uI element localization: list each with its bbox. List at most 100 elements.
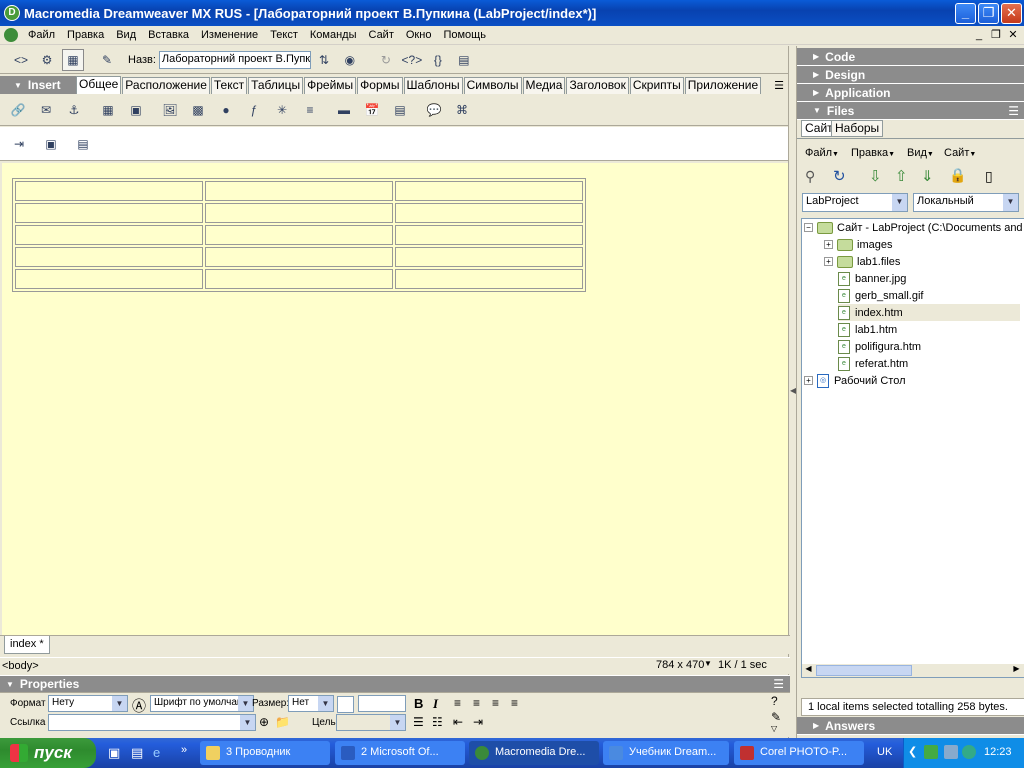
tray-expand-icon[interactable]: ❮ — [908, 745, 917, 758]
table-cell[interactable] — [395, 269, 583, 289]
tab-characters[interactable]: Символы — [463, 76, 522, 94]
folder-icon[interactable]: 📁 — [275, 715, 290, 729]
navigation-bar-icon[interactable]: ≡ — [298, 98, 322, 122]
code-navigation-icon[interactable]: {} — [427, 49, 449, 71]
reference-icon[interactable]: <?> — [401, 49, 423, 71]
close-button[interactable]: ✕ — [1001, 3, 1022, 24]
size-select[interactable]: Нет ▼ — [288, 695, 334, 712]
design-canvas[interactable] — [2, 163, 788, 635]
ie-icon[interactable]: e — [153, 745, 160, 760]
tree-root[interactable]: − Сайт - LabProject (C:\Documents and — [804, 219, 1023, 236]
code-view-icon[interactable]: <> — [10, 49, 32, 71]
expand-collapse-icon[interactable]: ▯ — [985, 168, 993, 185]
tab-index[interactable]: index * — [4, 636, 50, 654]
put-files-icon[interactable]: ⇧ — [895, 167, 908, 185]
expanded-view-icon[interactable]: ▤ — [72, 133, 94, 155]
tray-volume-icon[interactable] — [962, 745, 976, 759]
tab-assets[interactable]: Наборы — [831, 120, 884, 137]
table-cell[interactable] — [15, 181, 203, 201]
help-icon[interactable]: ? — [771, 694, 778, 708]
content-table[interactable] — [12, 178, 586, 292]
page-title-input[interactable]: Лабораторний проект В.Пупк — [158, 50, 311, 69]
view-options-icon[interactable]: ▤ — [453, 49, 475, 71]
layout-view-icon[interactable]: ▣ — [40, 133, 62, 155]
table-cell[interactable] — [205, 203, 393, 223]
image-placeholder-icon[interactable]: ▩ — [186, 98, 210, 122]
insert-panel-header[interactable]: ▼ Insert — [0, 76, 76, 94]
preview-browser-icon[interactable]: ◉ — [339, 49, 361, 71]
refresh-icon[interactable]: ↻ — [375, 49, 397, 71]
tab-layout[interactable]: Расположение — [122, 76, 210, 94]
bold-button[interactable]: B — [414, 696, 423, 711]
restore-button[interactable]: ❐ — [978, 3, 999, 24]
design-panel-header[interactable]: ▶ Design — [797, 66, 1024, 84]
menu-edit[interactable]: Правка — [61, 29, 110, 41]
date-icon[interactable]: 📅 — [360, 98, 384, 122]
live-data-icon[interactable]: ✎ — [96, 49, 118, 71]
align-left-icon[interactable]: ≡ — [454, 696, 461, 710]
font-select[interactable]: Шрифт по умолчан ▼ — [150, 695, 254, 712]
table-cell[interactable] — [15, 225, 203, 245]
doc-close-button[interactable]: ✕ — [1006, 29, 1020, 42]
view-select[interactable]: Локальный ▼ — [913, 193, 1019, 212]
minimize-button[interactable]: _ — [955, 3, 976, 24]
files-menu-edit[interactable]: Правка▼ — [851, 147, 895, 159]
layer-icon[interactable]: ▣ — [124, 98, 148, 122]
files-menu-file[interactable]: Файл▼ — [805, 147, 839, 159]
design-view-icon[interactable]: ▦ — [62, 48, 84, 71]
task-word[interactable]: 2 Microsoft Of... — [335, 741, 465, 765]
target-select[interactable]: ▼ — [336, 714, 406, 731]
point-to-file-icon[interactable]: ⊕ — [259, 715, 269, 729]
horizontal-rule-icon[interactable]: ▬ — [332, 98, 356, 122]
table-cell[interactable] — [15, 269, 203, 289]
tray-network-icon[interactable] — [944, 745, 958, 759]
css-style-icon[interactable]: Ⓐ — [132, 696, 146, 716]
expand-icon[interactable]: ▽ — [771, 724, 777, 733]
code-panel-header[interactable]: ▶ Code — [797, 48, 1024, 66]
tree-file-gerb[interactable]: e gerb_small.gif — [838, 287, 923, 304]
document-icon[interactable] — [4, 28, 18, 42]
file-management-icon[interactable]: ⇅ — [313, 49, 335, 71]
tree-file-banner[interactable]: e banner.jpg — [838, 270, 906, 287]
tab-application[interactable]: Приложение — [684, 76, 762, 94]
table-cell[interactable] — [395, 203, 583, 223]
tab-media[interactable]: Медиа — [522, 76, 566, 94]
image-icon[interactable]: 🖼 — [158, 98, 182, 122]
files-menu-site[interactable]: Сайт▼ — [944, 147, 976, 159]
flash-icon[interactable]: ƒ — [242, 98, 266, 122]
menu-text[interactable]: Текст — [264, 29, 304, 41]
tree-folder-images[interactable]: + images — [824, 236, 892, 253]
quicklaunch-more-icon[interactable]: » — [181, 744, 187, 756]
task-corel[interactable]: Corel PHOTO-P... — [734, 741, 864, 765]
fireworks-html-icon[interactable]: ● — [214, 98, 238, 122]
tab-scripts[interactable]: Скрипты — [629, 76, 684, 94]
indent-icon[interactable]: ⇥ — [473, 715, 483, 729]
table-cell[interactable] — [205, 225, 393, 245]
start-button[interactable]: пуск — [0, 738, 96, 768]
ordered-list-icon[interactable]: ☷ — [432, 715, 443, 729]
align-center-icon[interactable]: ≡ — [473, 696, 480, 710]
tabular-data-icon[interactable]: ▤ — [388, 98, 412, 122]
justify-icon[interactable]: ≡ — [511, 696, 518, 710]
menu-help[interactable]: Помощь — [437, 29, 492, 41]
show-desktop-icon[interactable]: ▣ — [108, 745, 120, 761]
tree-file-index[interactable]: e index.htm — [838, 304, 1020, 321]
tray-app-icon[interactable] — [924, 745, 938, 759]
tree-folder-lab1-files[interactable]: + lab1.files — [824, 253, 900, 270]
connect-icon[interactable]: ⚲ — [805, 168, 815, 185]
table-cell[interactable] — [395, 225, 583, 245]
table-cell[interactable] — [395, 181, 583, 201]
refresh-icon[interactable]: ↻ — [833, 167, 846, 185]
outdent-icon[interactable]: ⇤ — [453, 715, 463, 729]
check-out-icon[interactable]: ⇓ — [921, 167, 934, 185]
task-tutorial[interactable]: Учебник Dream... — [603, 741, 729, 765]
tab-templates[interactable]: Шаблоны — [403, 76, 463, 94]
menu-modify[interactable]: Изменение — [195, 29, 264, 41]
quicklaunch-icon[interactable]: ▤ — [131, 745, 143, 761]
format-select[interactable]: Нету ▼ — [48, 695, 128, 712]
table-cell[interactable] — [395, 247, 583, 267]
horizontal-scrollbar[interactable]: ◀ ▶ — [802, 664, 1024, 677]
tree-file-polifigura[interactable]: e polifigura.htm — [838, 338, 921, 355]
tab-head[interactable]: Заголовок — [566, 76, 629, 94]
clock[interactable]: 12:23 — [984, 746, 1012, 758]
